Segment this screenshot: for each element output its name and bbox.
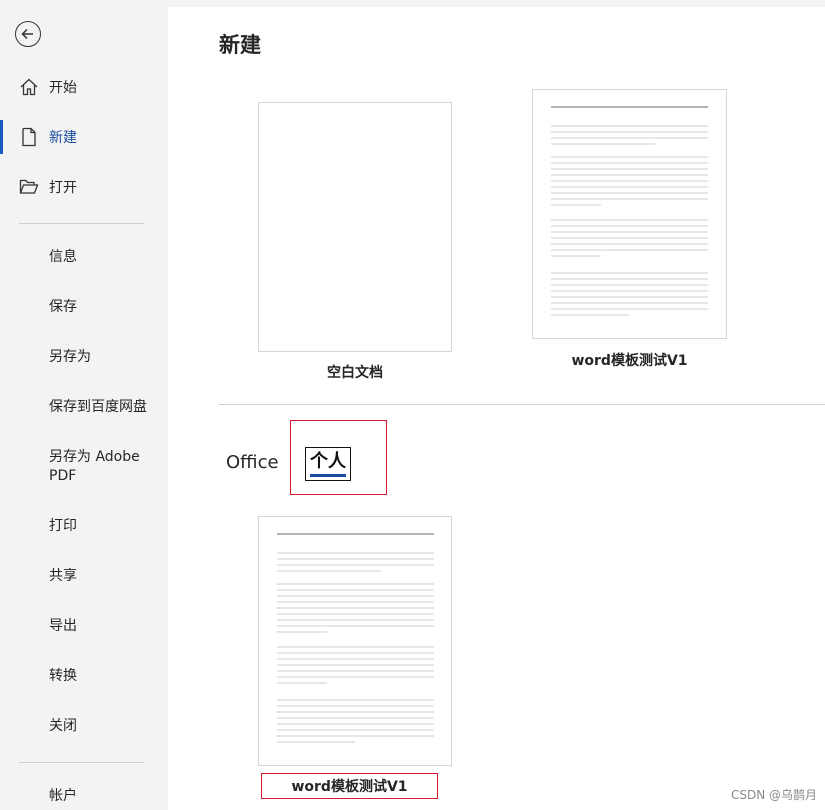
sidebar-item-share[interactable]: 共享 — [49, 567, 77, 586]
sidebar-item-info[interactable]: 信息 — [49, 248, 77, 267]
backstage-sidebar: 开始 新建 打开 信息 保存 另存为 保存到百度网盘 另存为 Adobe PDF… — [0, 0, 168, 810]
sidebar-item-print[interactable]: 打印 — [49, 517, 77, 536]
personal-template-word-v1-thumbnail[interactable] — [258, 516, 452, 766]
sidebar-item-save[interactable]: 保存 — [49, 298, 77, 317]
sidebar-item-open[interactable]: 打开 — [0, 167, 168, 207]
back-button[interactable] — [15, 21, 41, 47]
open-folder-icon — [19, 179, 39, 194]
template-blank-document[interactable] — [258, 102, 452, 352]
sidebar-item-export[interactable]: 导出 — [49, 617, 77, 636]
sidebar-item-close[interactable]: 关闭 — [49, 717, 77, 736]
sidebar-item-home[interactable]: 开始 — [0, 67, 168, 107]
sidebar-divider — [19, 223, 144, 224]
tab-office[interactable]: Office — [226, 452, 279, 473]
sidebar-item-save-as-pdf[interactable]: 另存为 Adobe PDF — [49, 448, 159, 486]
new-document-pane: 新建 空白文档 word模板测试V1 Office 个人 word模板测试V1 — [168, 7, 825, 810]
template-label[interactable]: 空白文档 — [258, 362, 452, 382]
document-preview-icon — [277, 533, 434, 743]
template-label[interactable]: word模板测试V1 — [532, 350, 727, 370]
watermark: CSDN @乌鹊月 — [730, 788, 817, 802]
new-document-icon — [22, 127, 36, 147]
back-arrow-icon — [21, 28, 33, 40]
section-divider — [219, 404, 825, 405]
sidebar-item-label: 打开 — [49, 180, 77, 196]
sidebar-item-label: 新建 — [49, 130, 77, 146]
home-icon — [20, 78, 38, 96]
sidebar-item-convert[interactable]: 转换 — [49, 667, 77, 686]
sidebar-item-label: 开始 — [49, 80, 77, 96]
sidebar-item-save-as[interactable]: 另存为 — [49, 348, 91, 367]
template-word-v1-thumbnail[interactable] — [532, 89, 727, 339]
highlight-box — [261, 773, 438, 799]
sidebar-item-save-to-baidu[interactable]: 保存到百度网盘 — [49, 398, 147, 417]
page-title: 新建 — [219, 33, 261, 57]
highlight-box — [290, 420, 387, 495]
sidebar-divider — [19, 762, 144, 763]
document-preview-icon — [551, 106, 708, 316]
sidebar-item-account[interactable]: 帐户 — [49, 787, 77, 806]
sidebar-item-new[interactable]: 新建 — [0, 117, 168, 157]
